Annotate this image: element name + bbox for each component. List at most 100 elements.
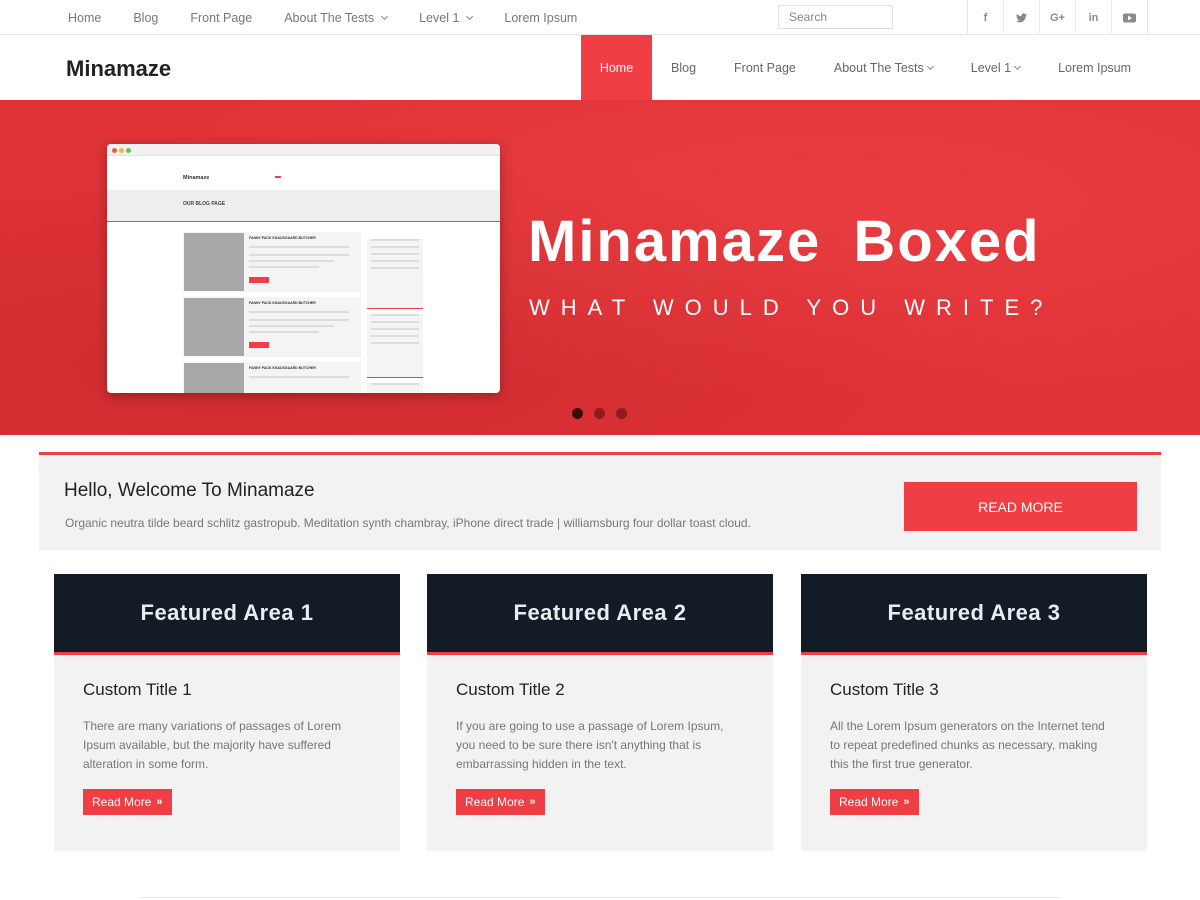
mockup-line [249, 331, 319, 333]
featured-title[interactable]: Custom Title 3 [830, 680, 939, 700]
hero-title: Minamaze Boxed [528, 209, 1041, 274]
featured-text: There are many variations of passages of… [83, 719, 342, 771]
mockup-header: Minamaze [107, 170, 500, 190]
top-nav-item-about-the-tests[interactable]: About The Tests [268, 0, 403, 35]
welcome-box: Hello, Welcome To Minamaze Organic neutr… [39, 452, 1161, 550]
main-nav-label: Front Page [734, 60, 796, 75]
mockup-thumb [184, 298, 244, 356]
main-nav-item-front-page[interactable]: Front Page [715, 35, 815, 100]
top-nav: Home Blog Front Page About The Tests Lev… [52, 0, 593, 35]
twitter-bird-glyph [1016, 12, 1027, 22]
mockup-line [249, 246, 349, 248]
mockup-line [249, 266, 319, 268]
slider-dot-2[interactable] [594, 408, 605, 419]
top-nav-label: Blog [133, 10, 159, 25]
mockup-button [249, 277, 269, 283]
search-input[interactable] [778, 5, 893, 29]
featured-text: All the Lorem Ipsum generators on the In… [830, 719, 1105, 771]
hero-subtitle: WHAT WOULD YOU WRITE? [529, 295, 1054, 320]
main-nav: Home Blog Front Page About The Tests Lev… [581, 35, 1150, 100]
mockup-line [249, 260, 334, 262]
main-nav-label: Lorem Ipsum [1058, 60, 1132, 75]
mockup-post: FANNY PACK KNAUSGAARD BUTCHER [183, 297, 361, 357]
mockup-topbar [107, 156, 500, 170]
read-more-button[interactable]: READ MORE [904, 482, 1137, 531]
divider [140, 897, 1060, 898]
top-nav-label: About The Tests [284, 10, 375, 25]
mockup-dot [112, 148, 117, 153]
twitter-icon[interactable] [1004, 0, 1040, 35]
mockup-dot [119, 148, 124, 153]
mockup-page-title: OUR BLOG PAGE [183, 201, 226, 207]
top-nav-label: Front Page [190, 10, 253, 25]
button-label: Read More [92, 795, 152, 809]
double-chevron-right-icon: » [529, 796, 536, 808]
facebook-icon[interactable]: f [968, 0, 1004, 35]
site-logo[interactable]: Minamaze [66, 56, 171, 82]
welcome-title: Hello, Welcome To Minamaze [64, 480, 315, 501]
top-bar: Home Blog Front Page About The Tests Lev… [0, 0, 1200, 35]
featured-read-more-button[interactable]: Read More » [456, 789, 545, 815]
youtube-play-glyph [1123, 13, 1136, 22]
social-links: f G+ in [967, 0, 1148, 35]
mockup-line [249, 325, 334, 327]
main-nav-item-level-1[interactable]: Level 1 [952, 35, 1039, 100]
top-nav-item-front-page[interactable]: Front Page [174, 0, 268, 35]
featured-read-more-button[interactable]: Read More » [83, 789, 172, 815]
mockup-thumb [184, 233, 244, 291]
chevron-down-icon [926, 62, 934, 70]
slider-dot-1[interactable] [572, 408, 583, 419]
mockup-thumb [184, 363, 244, 393]
main-nav-label: Home [599, 60, 634, 75]
button-label: Read More [839, 795, 899, 809]
chevron-down-icon [1014, 62, 1022, 70]
double-chevron-right-icon: » [156, 796, 163, 808]
main-nav-label: Level 1 [970, 60, 1012, 75]
featured-card-1: Featured Area 1 Custom Title 1 There are… [54, 574, 400, 851]
mockup-button [249, 342, 269, 348]
google-plus-icon[interactable]: G+ [1040, 0, 1076, 35]
mockup-sidebar [367, 234, 423, 393]
featured-card-2: Featured Area 2 Custom Title 2 If you ar… [427, 574, 773, 851]
button-label: Read More [465, 795, 525, 809]
mockup-post-title: FANNY PACK KNAUSGAARD BUTCHER [249, 366, 316, 370]
youtube-icon[interactable] [1112, 0, 1148, 35]
hero-slider: Minamaze OUR BLOG PAGE FANNY PACK KNAUSG… [0, 100, 1200, 435]
mockup-dot [126, 148, 131, 153]
featured-title[interactable]: Custom Title 2 [456, 680, 565, 700]
browser-mockup-image: Minamaze OUR BLOG PAGE FANNY PACK KNAUSG… [107, 144, 500, 393]
main-nav-item-home[interactable]: Home [581, 35, 652, 100]
featured-title[interactable]: Custom Title 1 [83, 680, 192, 700]
featured-card-3: Featured Area 3 Custom Title 3 All the L… [801, 574, 1147, 851]
mockup-widget [367, 383, 423, 393]
featured-banner[interactable]: Featured Area 1 [54, 574, 400, 655]
linkedin-icon[interactable]: in [1076, 0, 1112, 35]
main-nav-item-blog[interactable]: Blog [652, 35, 715, 100]
site-header: Minamaze Home Blog Front Page About The … [0, 35, 1200, 100]
top-nav-item-level-1[interactable]: Level 1 [403, 0, 488, 35]
top-nav-label: Lorem Ipsum [504, 10, 578, 25]
main-nav-item-lorem-ipsum[interactable]: Lorem Ipsum [1039, 35, 1150, 100]
featured-read-more-button[interactable]: Read More » [830, 789, 919, 815]
welcome-text: Organic neutra tilde beard schlitz gastr… [65, 516, 751, 530]
top-nav-label: Level 1 [419, 10, 460, 25]
top-nav-item-lorem-ipsum[interactable]: Lorem Ipsum [488, 0, 593, 35]
mockup-line [249, 254, 349, 256]
mockup-nav [275, 176, 306, 178]
chevron-down-icon [381, 12, 389, 20]
mockup-post-title: FANNY PACK KNAUSGAARD BUTCHER [249, 301, 316, 305]
slider-dot-3[interactable] [616, 408, 627, 419]
double-chevron-right-icon: » [903, 796, 910, 808]
mockup-line [249, 311, 349, 313]
mockup-post: FANNY PACK KNAUSGAARD BUTCHER [183, 232, 361, 292]
mockup-line [249, 319, 349, 321]
mockup-post-title: FANNY PACK KNAUSGAARD BUTCHER [249, 236, 316, 240]
main-nav-item-about-the-tests[interactable]: About The Tests [815, 35, 952, 100]
mockup-widget [367, 314, 423, 378]
featured-banner[interactable]: Featured Area 2 [427, 574, 773, 655]
top-nav-item-home[interactable]: Home [52, 0, 117, 35]
chevron-down-icon [466, 12, 474, 20]
featured-banner[interactable]: Featured Area 3 [801, 574, 1147, 655]
mockup-logo: Minamaze [183, 175, 210, 181]
top-nav-item-blog[interactable]: Blog [117, 0, 174, 35]
